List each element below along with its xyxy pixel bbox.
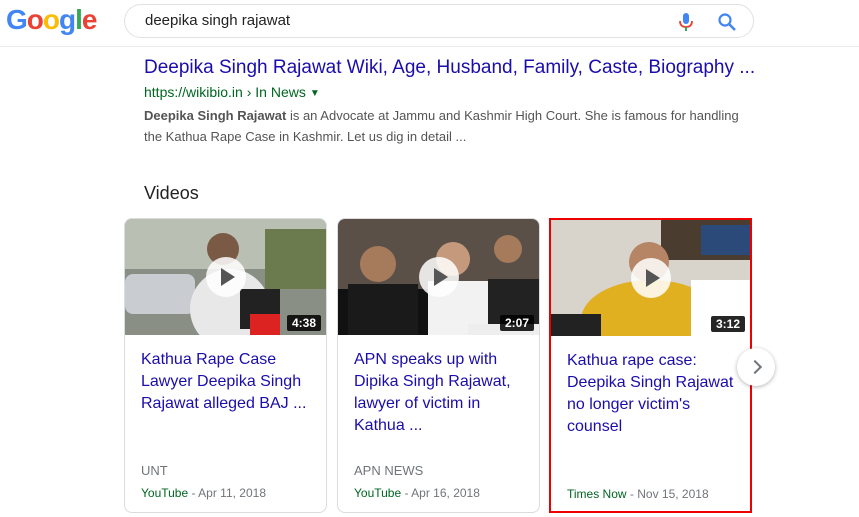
video-meta: YouTube - Apr 11, 2018 xyxy=(141,486,266,500)
logo-letter: g xyxy=(59,4,76,35)
video-date: Nov 15, 2018 xyxy=(637,487,709,501)
video-card-selected[interactable]: 3:12 Kathua rape case: Deepika Singh Raj… xyxy=(549,218,752,513)
result-snippet: Deepika Singh Rajawat is an Advocate at … xyxy=(144,105,744,147)
result-title-link[interactable]: Deepika Singh Rajawat Wiki, Age, Husband… xyxy=(144,56,755,80)
video-title[interactable]: APN speaks up with Dipika Singh Rajawat,… xyxy=(354,349,529,437)
video-title[interactable]: Kathua Rape Case Lawyer Deepika Singh Ra… xyxy=(141,349,316,415)
result-url[interactable]: https://wikibio.in › In News ▼ xyxy=(144,82,744,104)
video-card[interactable]: 4:38 Kathua Rape Case Lawyer Deepika Sin… xyxy=(124,218,327,513)
google-logo[interactable]: Google xyxy=(6,4,98,36)
play-icon[interactable] xyxy=(205,257,246,297)
video-date: Apr 16, 2018 xyxy=(411,486,480,500)
logo-letter: e xyxy=(81,4,98,35)
video-thumbnail[interactable]: 4:38 xyxy=(125,219,326,335)
videos-heading: Videos xyxy=(144,183,199,203)
video-duration: 2:07 xyxy=(499,315,534,331)
video-meta: Times Now - Nov 15, 2018 xyxy=(567,487,709,501)
video-thumbnail[interactable]: 3:12 xyxy=(551,220,750,336)
video-source: UNT xyxy=(141,463,168,478)
mic-icon[interactable] xyxy=(677,12,695,32)
video-duration: 3:12 xyxy=(710,316,745,332)
video-thumbnail[interactable]: 2:07 xyxy=(338,219,539,335)
search-input[interactable] xyxy=(143,11,667,30)
video-meta: YouTube - Apr 16, 2018 xyxy=(354,486,480,500)
video-source: APN NEWS xyxy=(354,463,424,478)
chevron-right-icon[interactable] xyxy=(737,348,775,386)
play-icon[interactable] xyxy=(418,257,459,297)
search-result: Deepika Singh Rajawat Wiki, Age, Husband… xyxy=(144,56,755,147)
search-icon[interactable] xyxy=(717,12,737,32)
video-publisher: YouTube xyxy=(141,486,189,500)
header: Google xyxy=(0,0,859,47)
logo-letter: G xyxy=(6,4,28,35)
video-publisher: YouTube xyxy=(354,486,402,500)
result-url-text: https://wikibio.in › In News xyxy=(144,84,306,100)
video-publisher: Times Now xyxy=(567,487,627,501)
video-date: Apr 11, 2018 xyxy=(198,486,266,500)
dropdown-arrow-icon[interactable]: ▼ xyxy=(310,84,320,104)
play-icon[interactable] xyxy=(630,258,671,298)
video-card[interactable]: 2:07 APN speaks up with Dipika Singh Raj… xyxy=(337,218,540,513)
video-duration: 4:38 xyxy=(286,315,321,331)
snippet-bold: Deepika Singh Rajawat xyxy=(144,108,287,123)
logo-letter: o xyxy=(26,4,44,35)
logo-letter: o xyxy=(42,4,60,35)
search-box[interactable] xyxy=(124,4,754,38)
logo-letter: l xyxy=(75,4,83,35)
video-title[interactable]: Kathua rape case: Deepika Singh Rajawat … xyxy=(567,350,742,438)
